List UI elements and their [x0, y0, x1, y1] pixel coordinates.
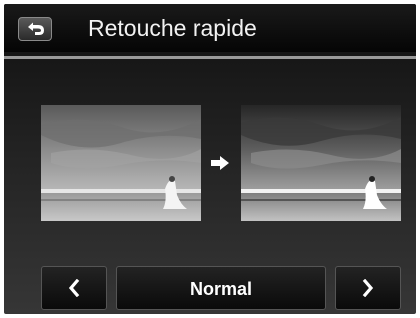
next-button[interactable]: [335, 266, 401, 310]
mode-selector-button[interactable]: Normal: [116, 266, 326, 310]
chevron-left-icon: [68, 279, 80, 297]
title-bar: Retouche rapide: [4, 4, 416, 52]
previous-button[interactable]: [41, 266, 107, 310]
camera-screen: Retouche rapide Normal: [4, 4, 416, 314]
original-photo: [41, 105, 201, 221]
title-divider: [4, 56, 416, 59]
mode-value: Normal: [189, 279, 252, 299]
chevron-right-icon: [362, 279, 374, 297]
back-arrow-icon: [28, 22, 44, 35]
back-button[interactable]: [18, 17, 52, 41]
retouched-photo: [241, 105, 401, 221]
right-arrow-icon: [211, 156, 229, 170]
page-title: Retouche rapide: [88, 15, 257, 41]
